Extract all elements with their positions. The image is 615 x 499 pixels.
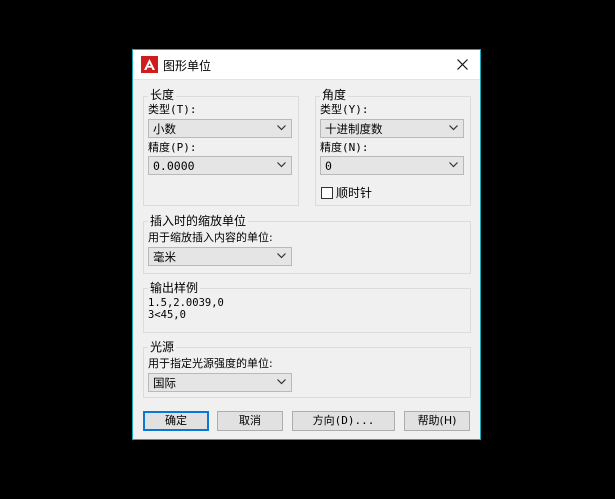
insertion-scale-group-title: 插入时的缩放单位 xyxy=(148,214,249,228)
clockwise-checkbox[interactable] xyxy=(321,187,333,199)
close-icon xyxy=(457,59,468,70)
insertion-scale-description: 用于缩放插入内容的单位: xyxy=(148,231,273,244)
length-type-label: 类型(T): xyxy=(148,103,197,116)
sample-output-line-1: 1.5,2.0039,0 xyxy=(148,297,224,309)
lighting-group-title: 光源 xyxy=(148,340,177,354)
insertion-units-value: 毫米 xyxy=(153,250,176,264)
clockwise-label: 顺时针 xyxy=(336,186,373,200)
cancel-button[interactable]: 取消 xyxy=(217,411,283,431)
lighting-description: 用于指定光源强度的单位: xyxy=(148,357,273,370)
sample-output-group-title: 输出样例 xyxy=(148,281,201,295)
length-precision-value: 0.0000 xyxy=(153,159,195,173)
title-bar: 图形单位 xyxy=(133,50,480,80)
angle-precision-value: 0 xyxy=(325,159,332,173)
angle-group-title: 角度 xyxy=(320,88,349,102)
angle-type-value: 十进制度数 xyxy=(325,122,383,136)
chevron-down-icon xyxy=(277,125,286,131)
chevron-down-icon xyxy=(277,379,286,385)
direction-button[interactable]: 方向(D)... xyxy=(292,411,395,431)
insertion-units-select[interactable]: 毫米 xyxy=(148,247,292,266)
length-type-select[interactable]: 小数 xyxy=(148,119,292,138)
chevron-down-icon xyxy=(277,162,286,168)
angle-type-label: 类型(Y): xyxy=(320,103,369,116)
length-group-title: 长度 xyxy=(148,88,177,102)
chevron-down-icon xyxy=(449,162,458,168)
angle-precision-label: 精度(N): xyxy=(320,141,369,154)
lighting-units-select[interactable]: 国际 xyxy=(148,373,292,392)
dialog-title: 图形单位 xyxy=(163,59,212,73)
length-type-value: 小数 xyxy=(153,122,176,136)
ok-button[interactable]: 确定 xyxy=(143,411,209,431)
lighting-units-value: 国际 xyxy=(153,376,176,390)
autocad-logo-icon xyxy=(141,56,158,73)
length-precision-select[interactable]: 0.0000 xyxy=(148,156,292,175)
angle-precision-select[interactable]: 0 xyxy=(320,156,464,175)
angle-type-select[interactable]: 十进制度数 xyxy=(320,119,464,138)
length-precision-label: 精度(P): xyxy=(148,141,197,154)
chevron-down-icon xyxy=(449,125,458,131)
units-dialog: 图形单位 长度 类型(T): 小数 精度(P): 0.0000 角度 类型(Y)… xyxy=(132,49,481,440)
help-button[interactable]: 帮助(H) xyxy=(404,411,470,431)
sample-output-line-2: 3<45,0 xyxy=(148,309,186,321)
close-button[interactable] xyxy=(452,54,474,76)
chevron-down-icon xyxy=(277,253,286,259)
